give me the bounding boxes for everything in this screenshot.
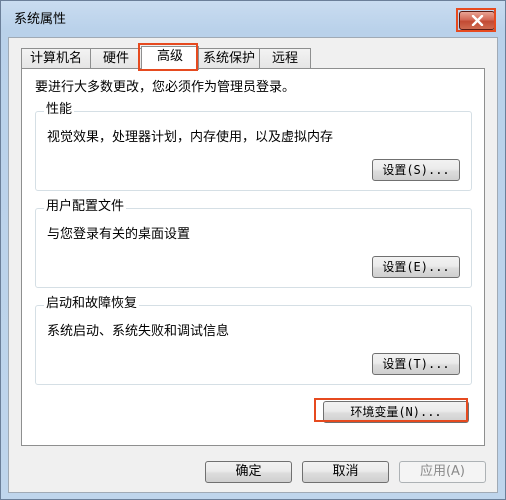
apply-button: 应用(A)	[399, 461, 486, 483]
cancel-button[interactable]: 取消	[302, 461, 389, 483]
tab-remote[interactable]: 远程	[259, 48, 311, 68]
performance-settings-button[interactable]: 设置(S)...	[372, 159, 460, 181]
environment-variables-highlight	[314, 398, 468, 422]
user-profiles-group-title: 用户配置文件	[44, 199, 127, 215]
performance-description: 视觉效果，处理器计划，内存使用，以及虚拟内存	[47, 130, 334, 145]
close-button-highlight	[456, 8, 496, 32]
system-properties-window: 系统属性 计算机名 硬件 高级 系统保护 远程 要进行大多数更改，您必须作为管理…	[0, 0, 506, 500]
title-bar[interactable]: 系统属性	[1, 1, 505, 37]
admin-notice: 要进行大多数更改，您必须作为管理员登录。	[35, 80, 296, 95]
performance-group-title: 性能	[44, 102, 75, 118]
tab-system-protection[interactable]: 系统保护	[198, 48, 260, 68]
user-profiles-group: 用户配置文件 与您登录有关的桌面设置 设置(E)...	[35, 199, 472, 288]
performance-group: 性能 视觉效果，处理器计划，内存使用，以及虚拟内存 设置(S)...	[35, 102, 472, 191]
startup-recovery-group-title: 启动和故障恢复	[44, 296, 140, 312]
window-title: 系统属性	[14, 12, 67, 27]
dialog-body: 计算机名 硬件 高级 系统保护 远程 要进行大多数更改，您必须作为管理员登录。 …	[8, 37, 498, 493]
startup-recovery-group: 启动和故障恢复 系统启动、系统失败和调试信息 设置(T)...	[35, 296, 472, 385]
startup-recovery-settings-button[interactable]: 设置(T)...	[372, 353, 460, 375]
advanced-tab-panel: 要进行大多数更改，您必须作为管理员登录。 性能 视觉效果，处理器计划，内存使用，…	[21, 68, 485, 446]
user-profiles-description: 与您登录有关的桌面设置	[47, 227, 191, 242]
ok-button[interactable]: 确定	[205, 461, 292, 483]
tab-advanced-highlight	[138, 43, 198, 71]
tab-hardware[interactable]: 硬件	[90, 48, 142, 68]
user-profiles-settings-button[interactable]: 设置(E)...	[372, 256, 460, 278]
startup-recovery-description: 系统启动、系统失败和调试信息	[47, 324, 230, 339]
tab-computer-name[interactable]: 计算机名	[21, 48, 91, 68]
